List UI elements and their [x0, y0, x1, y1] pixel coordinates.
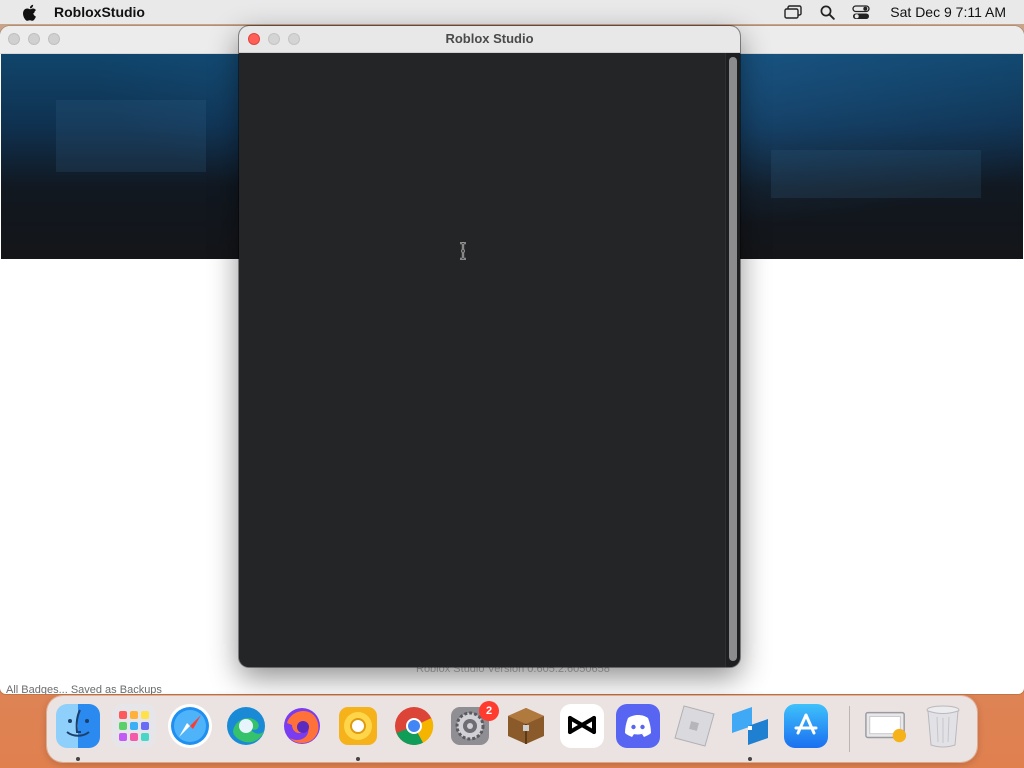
vertical-scrollbar[interactable]: [725, 53, 740, 667]
studio-content-area[interactable]: [239, 53, 725, 667]
running-indicator: [748, 757, 752, 761]
text-cursor-icon: [460, 242, 466, 260]
firefox-icon[interactable]: [280, 704, 324, 748]
dock-separator: [849, 706, 850, 752]
spotlight-search-icon[interactable]: [810, 0, 844, 24]
launchpad-icon[interactable]: [112, 704, 156, 748]
roblox-icon[interactable]: [672, 704, 716, 748]
zoom-button[interactable]: [48, 33, 60, 45]
status-text: All Badges... Saved as Backups: [6, 684, 162, 694]
menu-bar: RobloxStudio Sat Dec 9 7:11 AM: [0, 0, 1024, 24]
menu-bar-clock[interactable]: Sat Dec 9 7:11 AM: [890, 4, 1006, 20]
dock: 2: [47, 696, 977, 762]
minecraft-chest-icon[interactable]: [504, 704, 548, 748]
window-title: Roblox Studio: [445, 31, 534, 46]
scrollbar-thumb[interactable]: [729, 57, 737, 661]
apple-icon[interactable]: [20, 3, 38, 21]
minimize-button[interactable]: [28, 33, 40, 45]
trash-icon[interactable]: [921, 704, 965, 748]
safari-icon[interactable]: [168, 704, 212, 748]
running-indicator: [76, 757, 80, 761]
downloads-stack-icon[interactable]: [864, 704, 908, 748]
close-button[interactable]: [8, 33, 20, 45]
capcut-icon[interactable]: [560, 704, 604, 748]
roblox-studio-icon[interactable]: [728, 704, 772, 748]
chrome-icon[interactable]: [392, 704, 436, 748]
control-center-icon[interactable]: [844, 0, 878, 24]
chrome-canary-icon[interactable]: [336, 704, 380, 748]
notification-badge: 2: [479, 701, 499, 721]
studio-titlebar[interactable]: Roblox Studio: [239, 26, 740, 53]
roblox-studio-window: Roblox Studio: [239, 26, 740, 667]
discord-icon[interactable]: [616, 704, 660, 748]
screen-mirroring-icon[interactable]: [776, 0, 810, 24]
active-app-menu[interactable]: RobloxStudio: [54, 4, 145, 20]
finder-icon[interactable]: [56, 704, 100, 748]
running-indicator: [356, 757, 360, 761]
edge-icon[interactable]: [224, 704, 268, 748]
app-store-icon[interactable]: [784, 704, 828, 748]
